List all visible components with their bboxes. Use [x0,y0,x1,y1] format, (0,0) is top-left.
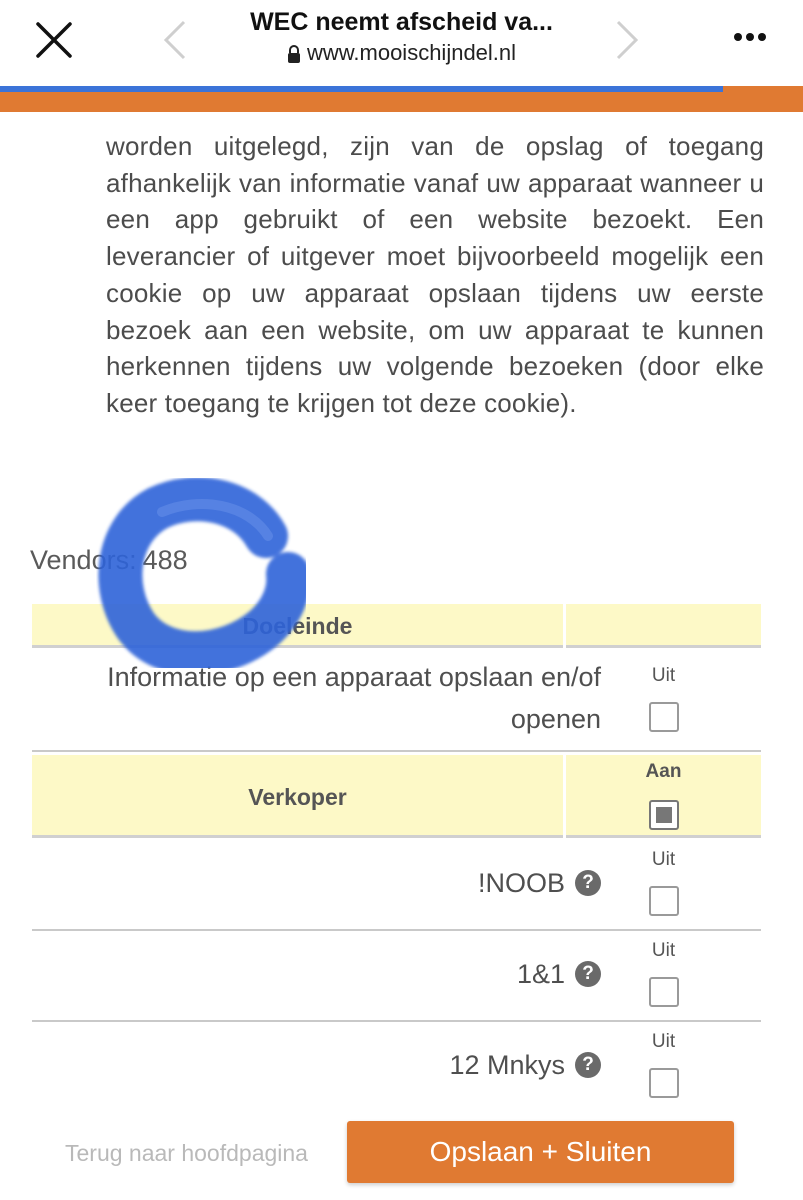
browser-toolbar: WEC neemt afscheid va... www.mooischijnd… [0,0,803,86]
vendor-header: Verkoper [32,755,563,838]
vendor-row-status: Uit [651,940,676,961]
vendor-header-label: Verkoper [248,784,347,810]
vendor-row-status: Uit [651,1031,676,1052]
intro-paragraph: worden uitgelegd, zijn van de opslag of … [106,131,764,418]
vendor-row-status: Uit [651,849,676,870]
help-icon[interactable]: ? [575,960,601,987]
lock-icon [287,45,300,64]
row-divider [32,750,761,752]
purpose-row-label: Informatie op een apparaat opslaan en/of… [107,662,601,734]
back-to-home-link[interactable]: Terug naar hoofdpagina [65,1140,308,1167]
help-icon[interactable]: ? [575,1051,601,1078]
help-icon[interactable]: ? [575,869,601,896]
forward-chevron-icon[interactable] [612,18,642,62]
vendor-name: 12 Mnkys [449,1050,565,1080]
row-divider [32,929,761,931]
purpose-header-toggle-cell [566,604,761,648]
page-title: WEC neemt afscheid va... [250,8,553,36]
intro-clip: worden uitgelegd, zijn van de opslag of … [0,112,803,462]
vendor-all-status: Aan [645,761,682,782]
page-url[interactable]: www.mooischijndel.nl [0,40,803,66]
vendor-row-checkbox[interactable] [649,1068,679,1098]
vendor-name: 1&1 [516,959,565,989]
vendor-row-checkbox[interactable] [649,977,679,1007]
purpose-row-status: Uit [651,665,676,686]
page-load-progress [0,86,803,112]
save-close-button[interactable]: Opslaan + Sluiten [347,1121,734,1183]
purpose-row-checkbox[interactable] [649,702,679,732]
vendor-all-checkbox[interactable] [649,800,679,830]
loading-spinner-icon [98,478,306,668]
vendor-row-checkbox[interactable] [649,886,679,916]
url-text: www.mooischijndel.nl [306,40,517,65]
progress-fill [0,86,723,92]
vendor-name: !NOOB [477,868,565,898]
row-divider [32,1020,761,1022]
more-options-icon[interactable] [733,28,767,46]
